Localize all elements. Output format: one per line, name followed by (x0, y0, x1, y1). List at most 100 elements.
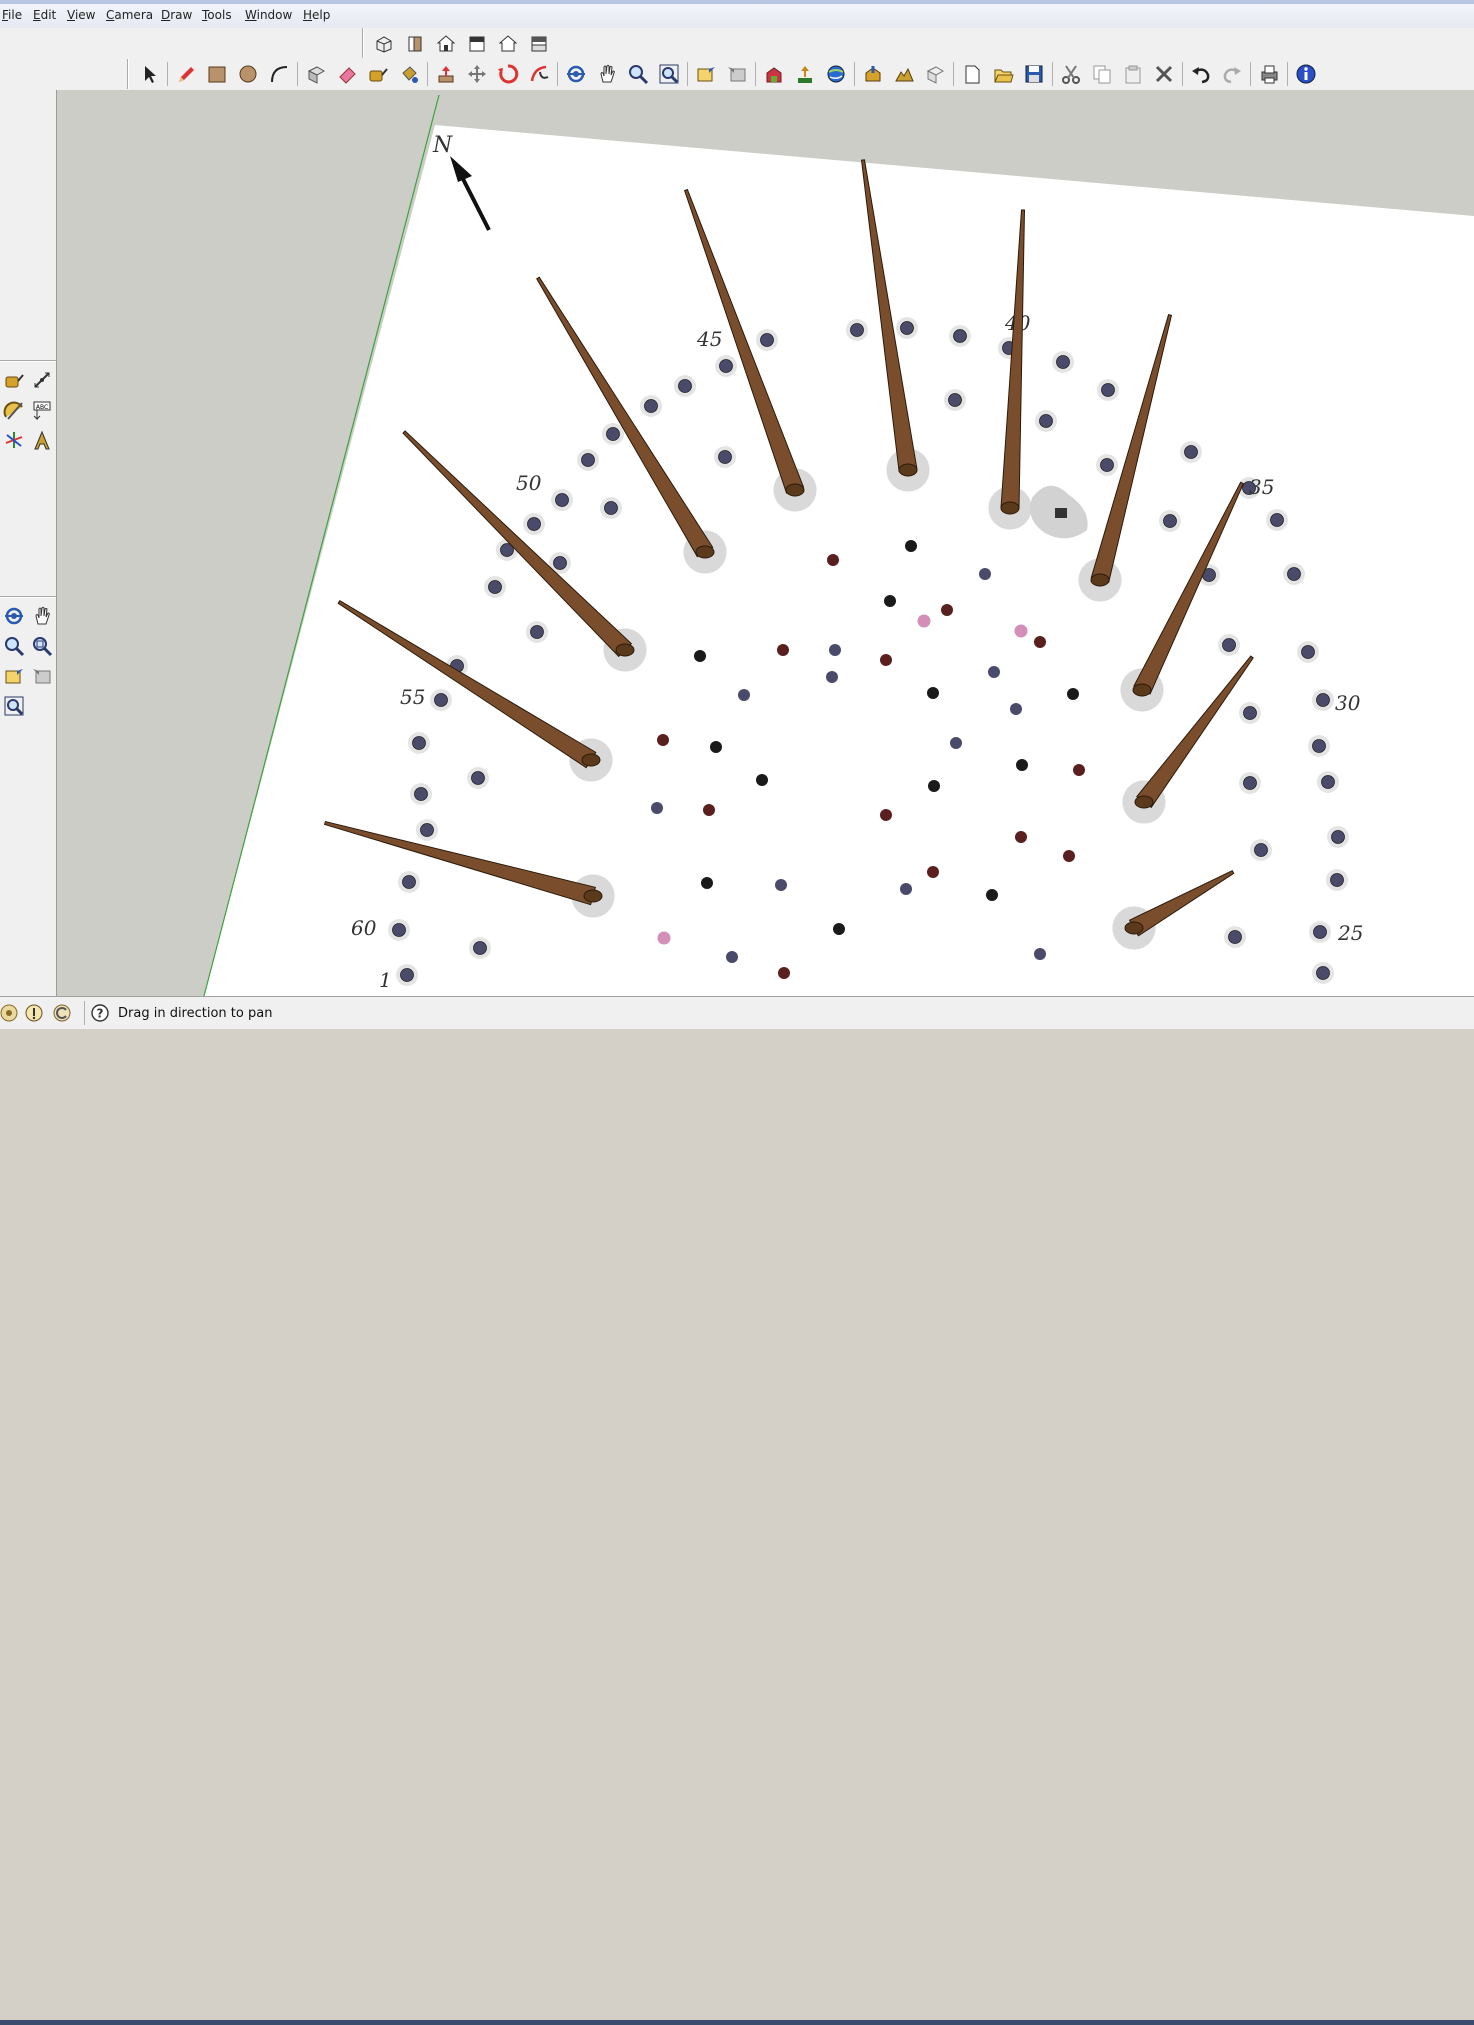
inner-post-hole (1016, 759, 1028, 771)
pencil-button[interactable] (172, 60, 200, 88)
orbit-button[interactable] (0, 602, 28, 630)
move-icon (468, 65, 486, 83)
zoom-icon (5, 637, 25, 657)
post-hole (488, 580, 502, 594)
print-button[interactable] (1255, 60, 1283, 88)
camera-toolbar (0, 596, 56, 721)
menu-camera[interactable]: Camera (106, 8, 153, 22)
text-label-button[interactable]: ABC (28, 396, 56, 424)
tape-measure-button[interactable] (0, 366, 28, 394)
pole-base (785, 483, 805, 497)
follow-me-button[interactable] (525, 60, 553, 88)
inner-post-hole (701, 877, 713, 889)
plan-label: 55 (400, 685, 425, 709)
open-file-button[interactable] (989, 60, 1017, 88)
3d-text-button[interactable] (28, 426, 56, 454)
front-view-button[interactable] (401, 29, 429, 57)
back-view-button[interactable] (494, 29, 522, 57)
post-hole (400, 968, 414, 982)
open-file-icon (994, 69, 1014, 83)
top-view-button[interactable] (432, 29, 460, 57)
orbit-button[interactable] (562, 60, 590, 88)
iso-view-button[interactable] (370, 29, 398, 57)
share-model-button[interactable] (791, 60, 819, 88)
credits-icon[interactable] (25, 1004, 43, 1022)
toggle-terrain-button[interactable] (890, 60, 918, 88)
menu-edit[interactable]: Edit (33, 8, 56, 22)
paste-button[interactable] (1119, 60, 1147, 88)
select-arrow-icon (145, 66, 156, 83)
menu-help[interactable]: Help (303, 8, 330, 22)
delete-button[interactable] (1150, 60, 1178, 88)
toolbar-separator (687, 62, 688, 86)
inner-post-hole (884, 595, 896, 607)
rotate-button[interactable] (494, 60, 522, 88)
circle-button[interactable] (234, 60, 262, 88)
tape-measure-button[interactable] (364, 60, 392, 88)
add-location-button[interactable] (859, 60, 887, 88)
post-hole (948, 393, 962, 407)
toolbar-separator (1250, 62, 1251, 86)
help-icon[interactable]: ? (91, 1004, 109, 1022)
google-earth-button[interactable] (822, 60, 850, 88)
zoom-extents-button[interactable] (655, 60, 683, 88)
get-models-button[interactable] (760, 60, 788, 88)
redo-button[interactable] (1218, 60, 1246, 88)
make-component-button[interactable] (302, 60, 330, 88)
zoom-window-button[interactable] (28, 632, 56, 660)
photo-textures-button[interactable] (921, 60, 949, 88)
menu-draw[interactable]: Draw (161, 8, 192, 22)
move-button[interactable] (463, 60, 491, 88)
previous-view-button[interactable] (692, 60, 720, 88)
geo-location-icon[interactable] (0, 1004, 18, 1022)
dimension-button[interactable] (28, 366, 56, 394)
save-button[interactable] (1020, 60, 1048, 88)
model-viewport[interactable]: 45403530255055601 N (57, 90, 1474, 996)
left-view-icon (531, 36, 547, 52)
inner-post-hole (941, 604, 953, 616)
push-pull-button[interactable] (432, 60, 460, 88)
post-hole (473, 941, 487, 955)
zoom-button[interactable] (624, 60, 652, 88)
toggle-terrain-icon (895, 67, 914, 82)
post-hole (953, 329, 967, 343)
select-arrow-button[interactable] (135, 60, 163, 88)
pan-hand-button[interactable] (28, 602, 56, 630)
previous-view-button[interactable] (0, 662, 28, 690)
arc-button[interactable] (265, 60, 293, 88)
right-view-button[interactable] (463, 29, 491, 57)
inner-post-hole (827, 554, 839, 566)
sign-in-icon[interactable] (53, 1004, 71, 1022)
inner-post-hole (1034, 636, 1046, 648)
plan-label: 25 (1337, 921, 1363, 945)
zoom-extents-button[interactable] (0, 692, 28, 720)
next-view-button[interactable] (723, 60, 751, 88)
copy-button[interactable] (1088, 60, 1116, 88)
left-view-button[interactable] (525, 29, 553, 57)
post-hole (1312, 739, 1326, 753)
zoom-button[interactable] (0, 632, 28, 660)
protractor-button[interactable] (0, 396, 28, 424)
paint-bucket-button[interactable] (395, 60, 423, 88)
menu-window[interactable]: Window (245, 8, 292, 22)
pan-hand-button[interactable] (593, 60, 621, 88)
post-hole (1039, 414, 1053, 428)
inner-post-hole (775, 879, 787, 891)
model-info-button[interactable] (1292, 60, 1320, 88)
left-toolbar-row (0, 661, 56, 691)
menu-tools[interactable]: Tools (202, 8, 232, 22)
eraser-button[interactable] (333, 60, 361, 88)
menu-file[interactable]: File (2, 8, 22, 22)
undo-button[interactable] (1187, 60, 1215, 88)
next-view-button[interactable] (28, 662, 56, 690)
push-pull-icon (438, 66, 454, 83)
new-file-icon (965, 65, 980, 84)
rectangle-button[interactable] (203, 60, 231, 88)
scene-canvas[interactable]: 45403530255055601 N (57, 90, 1474, 996)
new-file-button[interactable] (958, 60, 986, 88)
axes-button[interactable] (0, 426, 28, 454)
cut-button[interactable] (1057, 60, 1085, 88)
make-component-icon (307, 66, 326, 84)
menu-view[interactable]: View (67, 8, 95, 22)
inner-post-hole (1073, 764, 1085, 776)
